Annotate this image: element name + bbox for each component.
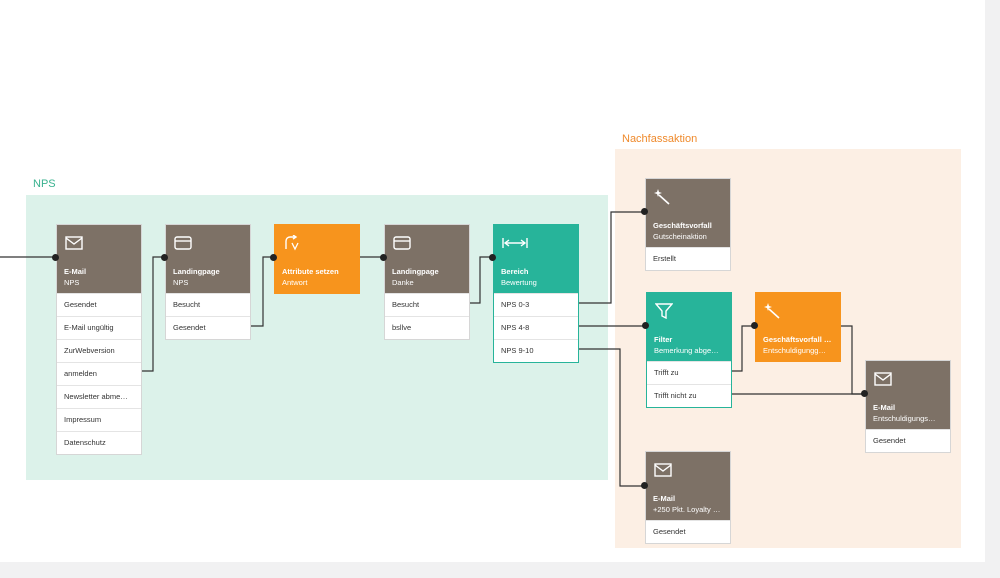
output-row[interactable]: Gesendet	[646, 520, 730, 543]
node-subtitle: Entschuldigungs…	[873, 414, 936, 423]
wire-danke-besucht-to-bereich	[469, 256, 493, 304]
node-header[interactable]: Geschäftsvorfall Gutscheinaktion	[646, 179, 730, 247]
node-header[interactable]: Filter Bemerkung abge…	[647, 293, 731, 361]
node-subtitle: Antwort	[282, 278, 308, 287]
node-email-nps[interactable]: E-Mail NPS Gesendet E-Mail ungültig ZurW…	[56, 224, 142, 455]
input-port[interactable]	[489, 254, 496, 261]
landingpage-icon	[393, 236, 411, 250]
node-subtitle: Entschuldigungg…	[763, 346, 826, 355]
node-header[interactable]: Geschäftsvorfall … Entschuldigungg…	[756, 293, 840, 361]
node-header[interactable]: Bereich Bewertung	[494, 225, 578, 293]
node-subtitle: +250 Pkt. Loyalty …	[653, 505, 721, 514]
attribute-set-icon	[285, 235, 299, 251]
node-header[interactable]: Landingpage Danke	[385, 225, 469, 293]
output-row[interactable]: Erstellt	[646, 247, 730, 270]
node-geschaeftsvorfall-entschuldigung[interactable]: Geschäftsvorfall … Entschuldigungg…	[755, 292, 841, 362]
node-landingpage-nps[interactable]: Landingpage NPS Besucht Gesendet	[165, 224, 251, 340]
node-title: Geschäftsvorfall …	[763, 335, 832, 344]
node-subtitle: NPS	[64, 278, 80, 287]
node-subtitle: Bewertung	[501, 278, 537, 287]
input-port[interactable]	[751, 322, 758, 329]
wire-trifftzu-to-gv-entschuld	[731, 325, 755, 372]
landingpage-icon	[174, 236, 192, 250]
node-subtitle: Bemerkung abge…	[654, 346, 719, 355]
node-header[interactable]: E-Mail +250 Pkt. Loyalty …	[646, 452, 730, 520]
node-header[interactable]: Landingpage NPS	[166, 225, 250, 293]
node-title: E-Mail	[64, 267, 87, 276]
input-port[interactable]	[161, 254, 168, 261]
output-row[interactable]: NPS 9-10	[494, 339, 578, 362]
node-header[interactable]: E-Mail Entschuldigungs…	[866, 361, 950, 429]
node-landingpage-danke[interactable]: Landingpage Danke Besucht bsllve	[384, 224, 470, 340]
node-filter[interactable]: Filter Bemerkung abge… Trifft zu Trifft …	[646, 292, 732, 408]
output-row[interactable]: Gesendet	[57, 293, 141, 316]
output-row[interactable]: Datenschutz	[57, 431, 141, 454]
input-port[interactable]	[270, 254, 277, 261]
wire-email-anmelden-to-landing	[142, 256, 165, 372]
envelope-icon	[654, 463, 672, 477]
output-row[interactable]: NPS 0-3	[494, 293, 578, 316]
node-email-entschuldigung[interactable]: E-Mail Entschuldigungs… Gesendet	[865, 360, 951, 453]
node-title: Landingpage	[392, 267, 439, 276]
output-row[interactable]: Besucht	[166, 293, 250, 316]
output-row[interactable]: E-Mail ungültig	[57, 316, 141, 339]
node-header[interactable]: E-Mail NPS	[57, 225, 141, 293]
node-email-loyalty[interactable]: E-Mail +250 Pkt. Loyalty … Gesendet	[645, 451, 731, 544]
node-subtitle: Danke	[392, 278, 414, 287]
output-row[interactable]: Trifft nicht zu	[647, 384, 731, 407]
node-title: E-Mail	[873, 403, 896, 412]
output-row[interactable]: Gesendet	[166, 316, 250, 339]
output-row[interactable]: anmelden	[57, 362, 141, 385]
input-port[interactable]	[641, 482, 648, 489]
node-title: Geschäftsvorfall	[653, 221, 712, 230]
filter-icon	[655, 303, 673, 319]
node-title: Landingpage	[173, 267, 220, 276]
wire-nps03-to-gutschein	[578, 211, 645, 304]
node-bereich-bewertung[interactable]: Bereich Bewertung NPS 0-3 NPS 4-8 NPS 9-…	[493, 224, 579, 363]
magic-wand-icon	[764, 303, 780, 319]
node-title: Filter	[654, 335, 673, 344]
node-title: E-Mail	[653, 494, 676, 503]
magic-wand-icon	[654, 189, 670, 205]
node-title: Attribute setzen	[282, 267, 339, 276]
output-row[interactable]: Impressum	[57, 408, 141, 431]
input-port[interactable]	[641, 208, 648, 215]
input-port[interactable]	[52, 254, 59, 261]
output-row[interactable]: ZurWebversion	[57, 339, 141, 362]
node-geschaeftsvorfall-gutschein[interactable]: Geschäftsvorfall Gutscheinaktion Erstell…	[645, 178, 731, 271]
input-port[interactable]	[380, 254, 387, 261]
output-row[interactable]: Trifft zu	[647, 361, 731, 384]
output-row[interactable]: Besucht	[385, 293, 469, 316]
output-row[interactable]: Gesendet	[866, 429, 950, 452]
input-port[interactable]	[861, 390, 868, 397]
output-row[interactable]: Newsletter abme…	[57, 385, 141, 408]
node-header[interactable]: Attribute setzen Antwort	[275, 225, 359, 293]
output-row[interactable]: NPS 4-8	[494, 316, 578, 339]
node-subtitle: Gutscheinaktion	[653, 232, 707, 241]
range-icon	[502, 238, 528, 248]
envelope-icon	[874, 372, 892, 386]
wire-landing-gesendet-to-attribute	[251, 256, 274, 327]
wire-gv-entschuld-to-email-entschuld	[841, 325, 865, 395]
node-title: Bereich	[501, 267, 529, 276]
input-port[interactable]	[642, 322, 649, 329]
node-subtitle: NPS	[173, 278, 189, 287]
output-row[interactable]: bsllve	[385, 316, 469, 339]
node-attribute-setzen[interactable]: Attribute setzen Antwort	[274, 224, 360, 294]
envelope-icon	[65, 236, 83, 250]
wire-nps910-to-loyalty	[578, 348, 645, 487]
